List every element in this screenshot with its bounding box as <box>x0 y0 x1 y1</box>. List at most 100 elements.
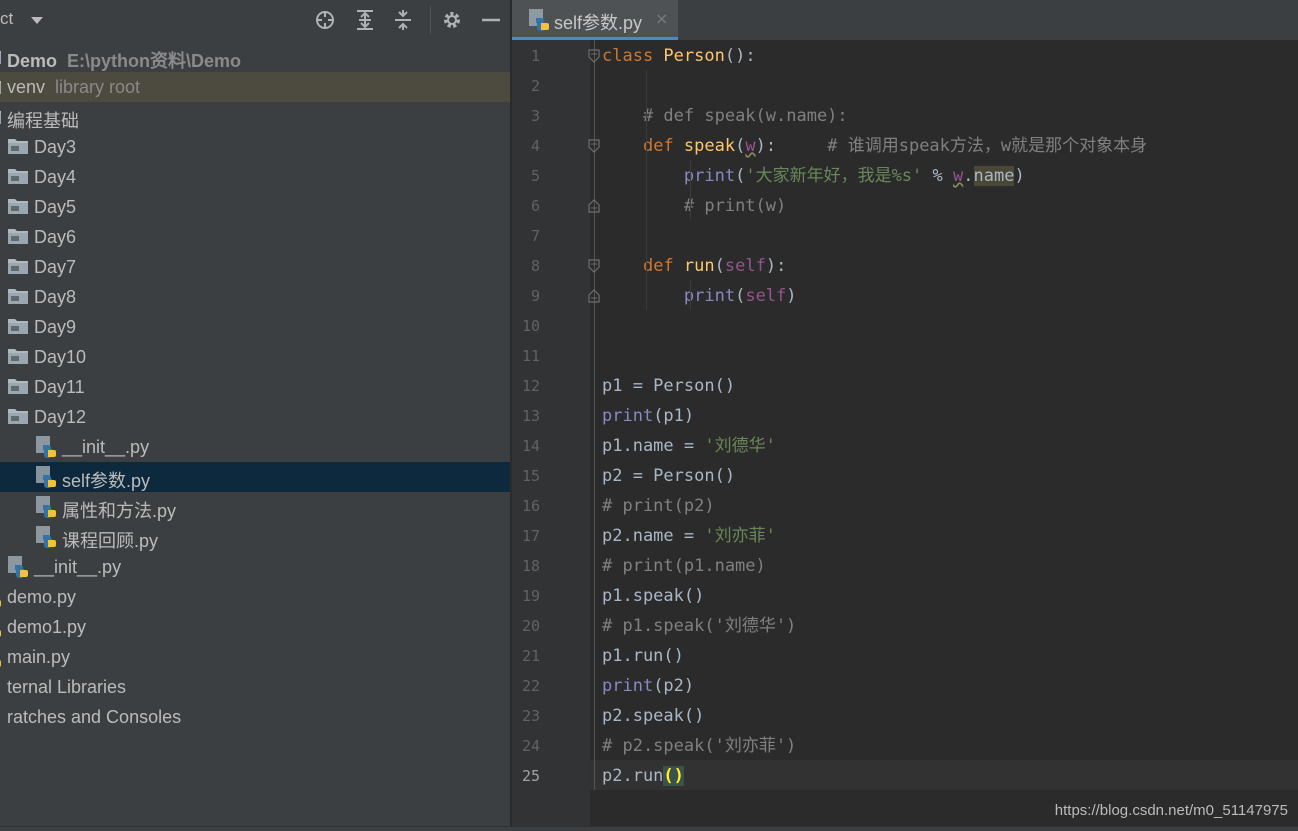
code-token: '大家新年好，我是%s' <box>745 166 923 186</box>
line-number: 5 <box>530 167 540 185</box>
code-token: w <box>953 166 964 186</box>
gear-icon[interactable] <box>441 9 463 31</box>
collapse-all-icon[interactable] <box>392 9 414 31</box>
fold-close-icon[interactable] <box>588 288 600 307</box>
folder-icon <box>7 407 29 430</box>
code-token: p1.speak() <box>602 586 705 606</box>
code-line[interactable]: p1.run() <box>602 641 684 671</box>
code-line[interactable]: p2.speak() <box>602 701 704 731</box>
code-token: ( <box>714 256 725 276</box>
code-line[interactable]: print(self) <box>602 281 797 311</box>
folder-icon <box>7 257 29 280</box>
chevron-down-icon[interactable] <box>30 11 44 30</box>
code-token: self <box>745 286 787 306</box>
tree-item[interactable]: Day10 <box>0 342 510 372</box>
folder-icon <box>7 347 29 370</box>
tree-item[interactable]: Day4 <box>0 162 510 192</box>
tree-item-label: main.py <box>7 647 71 667</box>
code-line[interactable]: p2 = Person() <box>602 461 735 491</box>
watermark: https://blog.csdn.net/m0_51147975 <box>1054 802 1288 819</box>
code-token: (p1) <box>653 406 695 426</box>
line-number: 8 <box>530 257 540 275</box>
code-token: () <box>663 766 684 786</box>
tree-item[interactable]: Demo E:\python资料\Demo <box>0 42 510 72</box>
editor-tab-bar: self参数.py × <box>512 0 1298 40</box>
code-token: Person <box>663 46 725 66</box>
code-token: print <box>683 286 736 306</box>
tree-item-label: 属性和方法.py <box>62 501 177 521</box>
code-line[interactable]: p1 = Person() <box>602 371 735 401</box>
line-number: 1 <box>530 47 540 65</box>
code-line[interactable]: print(p2) <box>602 671 694 701</box>
tree-item[interactable]: demo1.py <box>0 612 510 642</box>
code-line[interactable]: # p2.speak('刘亦菲') <box>602 731 796 761</box>
fold-open-icon[interactable] <box>588 48 600 67</box>
code-line[interactable]: # print(p2) <box>602 491 715 521</box>
code-line[interactable]: # print(p1.name) <box>602 551 766 581</box>
line-number: 21 <box>521 647 540 665</box>
fold-close-icon[interactable] <box>588 198 600 217</box>
line-number: 25 <box>521 767 540 785</box>
tree-item[interactable]: 属性和方法.py <box>0 492 510 522</box>
folder-icon <box>7 167 29 190</box>
close-icon[interactable]: × <box>655 9 668 28</box>
tree-item[interactable]: Day5 <box>0 192 510 222</box>
expand-all-icon[interactable] <box>354 9 376 31</box>
code-line[interactable]: p2.name = '刘亦菲' <box>602 521 776 551</box>
code-line[interactable]: class Person(): <box>602 41 756 71</box>
tree-item-label: __init__.py <box>34 557 122 577</box>
code-line[interactable]: # def speak(w.name): <box>602 101 848 131</box>
tree-item[interactable]: ternal Libraries <box>0 672 510 702</box>
tree-item[interactable]: Day6 <box>0 222 510 252</box>
folder-icon <box>7 137 29 160</box>
tree-item[interactable]: main.py <box>0 642 510 672</box>
code-token: '刘亦菲' <box>704 526 776 546</box>
project-panel-header: ct <box>0 0 510 40</box>
tree-item[interactable]: Day8 <box>0 282 510 312</box>
code-line[interactable]: def speak(w): # 谁调用speak方法，w就是那个对象本身 <box>602 131 1147 161</box>
line-number: 7 <box>530 227 540 245</box>
line-number: 6 <box>530 197 540 215</box>
python-file-icon <box>528 8 550 36</box>
tree-item[interactable]: ratches and Consoles <box>0 702 510 732</box>
tree-item[interactable]: 编程基础 <box>0 102 510 132</box>
locate-icon[interactable] <box>314 9 336 31</box>
code-token: ( <box>735 166 746 186</box>
library-root-label: library root <box>55 77 141 97</box>
code-line[interactable]: p2.run() <box>602 761 684 791</box>
tree-item[interactable]: Day7 <box>0 252 510 282</box>
tree-item[interactable]: Day12 <box>0 402 510 432</box>
tree-item[interactable]: demo.py <box>0 582 510 612</box>
fold-open-icon[interactable] <box>588 258 600 277</box>
tab-self-params[interactable]: self参数.py × <box>512 0 678 40</box>
code-line[interactable]: def run(self): <box>602 251 786 281</box>
tree-item[interactable]: self参数.py <box>0 462 510 492</box>
code-line[interactable]: p1.speak() <box>602 581 704 611</box>
line-number: 3 <box>530 107 540 125</box>
project-panel-title[interactable]: ct <box>0 9 13 29</box>
tree-item[interactable]: __init__.py <box>0 432 510 462</box>
code-line[interactable]: print('大家新年好，我是%s' % w.name) <box>602 161 1025 191</box>
fold-open-icon[interactable] <box>588 138 600 157</box>
code-line[interactable]: p1.name = '刘德华' <box>602 431 776 461</box>
tree-item[interactable]: Day9 <box>0 312 510 342</box>
code-line[interactable]: # p1.speak('刘德华') <box>602 611 796 641</box>
minimize-icon[interactable] <box>480 9 502 31</box>
folder-icon <box>7 317 29 340</box>
code-token: p1.run() <box>602 646 684 666</box>
tree-item[interactable]: Day11 <box>0 372 510 402</box>
code-token: p2.speak() <box>602 706 705 726</box>
tree-item-label: 课程回顾.py <box>62 531 159 551</box>
tree-item[interactable]: Day3 <box>0 132 510 162</box>
code-line[interactable]: print(p1) <box>602 401 694 431</box>
tab-label: self参数.py <box>554 13 643 33</box>
code-line[interactable]: # print(w) <box>602 191 786 221</box>
tree-item[interactable]: __init__.py <box>0 552 510 582</box>
folder-icon <box>7 197 29 220</box>
line-number: 4 <box>530 137 540 155</box>
code-token: print <box>683 166 736 186</box>
tree-item[interactable]: 课程回顾.py <box>0 522 510 552</box>
tree-item[interactable]: venv library root <box>0 72 510 102</box>
